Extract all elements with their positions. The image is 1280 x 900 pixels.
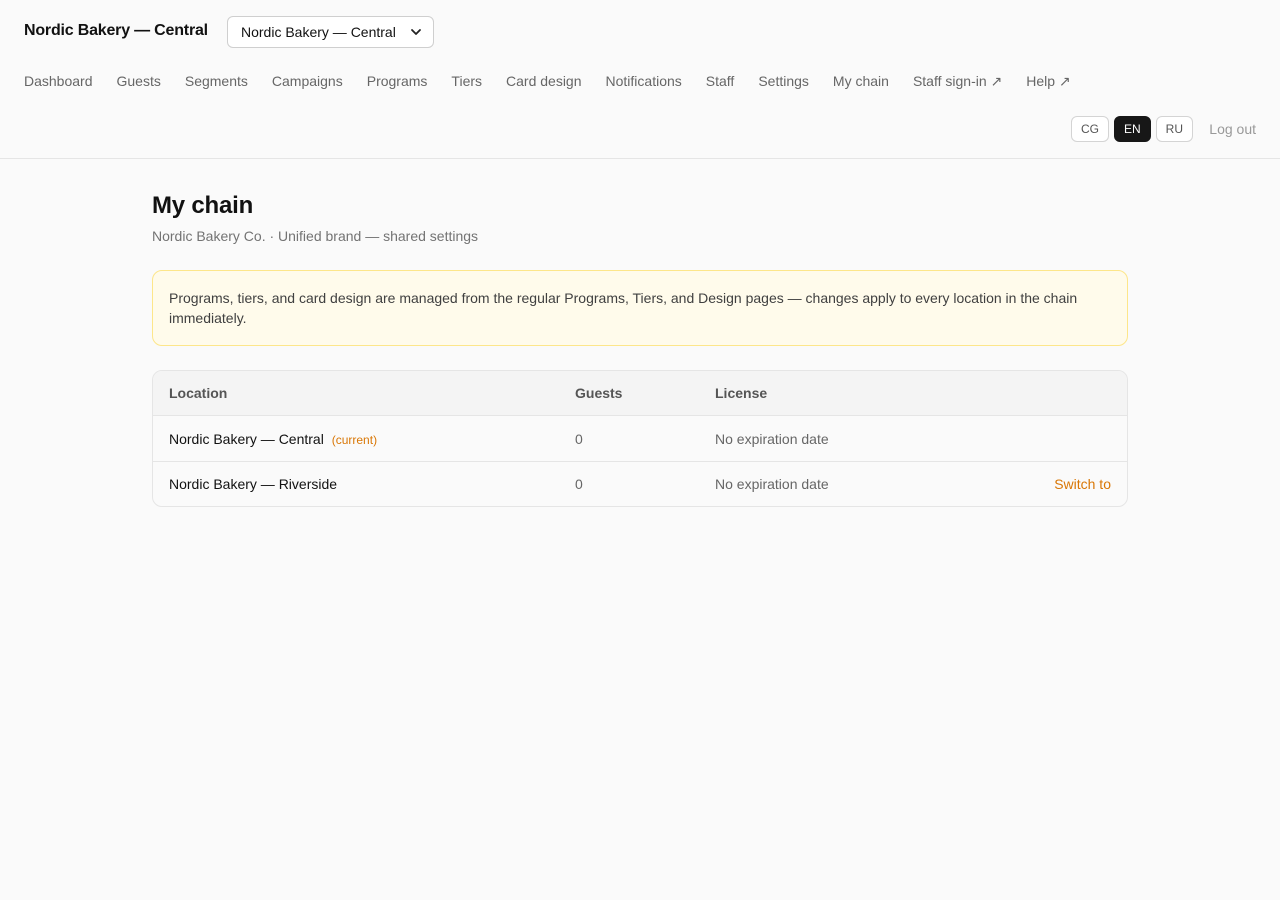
location-cell: Nordic Bakery — Central (current) <box>153 431 575 447</box>
guests-cell: 0 <box>575 430 583 447</box>
info-notice: Programs, tiers, and card design are man… <box>152 270 1128 346</box>
page-subtitle: Nordic Bakery Co. · Unified brand — shar… <box>152 228 479 244</box>
nav-tiers[interactable]: Tiers <box>451 73 482 90</box>
license-cell: No expiration date <box>715 430 829 447</box>
nav-card-design[interactable]: Card design <box>506 73 582 90</box>
action-cell: Switch to <box>915 476 1127 492</box>
nav-campaigns[interactable]: Campaigns <box>272 73 343 90</box>
location-select[interactable]: Nordic Bakery — Central <box>227 16 434 48</box>
column-header-location: Location <box>169 385 228 401</box>
nav-my-chain[interactable]: My chain <box>833 73 889 90</box>
nav-guests[interactable]: Guests <box>117 73 161 90</box>
nav-notifications[interactable]: Notifications <box>606 73 682 90</box>
nav-staff[interactable]: Staff <box>706 73 735 90</box>
location-select-value: Nordic Bakery — Central <box>241 24 396 40</box>
nav-staff-sign-in[interactable]: Staff sign-in ↗ <box>913 73 1002 90</box>
column-header-guests: Guests <box>575 385 623 401</box>
column-header-license: License <box>715 385 768 401</box>
table-row: Nordic Bakery — Central (current) 0 No e… <box>153 416 1127 461</box>
language-switcher: CG EN RU <box>1070 116 1193 142</box>
lang-button-cg[interactable]: CG <box>1070 116 1109 142</box>
locations-table: Location Guests License Nordic Bakery — … <box>152 370 1128 507</box>
table-header: Location Guests License <box>153 371 1127 416</box>
guests-cell: 0 <box>575 476 583 492</box>
nav-help[interactable]: Help ↗ <box>1026 73 1070 90</box>
location-cell: Nordic Bakery — Riverside <box>153 476 575 492</box>
nav-settings[interactable]: Settings <box>758 73 809 90</box>
page-title: My chain <box>152 192 254 219</box>
location-name: Nordic Bakery — Central <box>169 430 324 447</box>
main-nav: Dashboard Guests Segments Campaigns Prog… <box>24 73 1071 90</box>
table-row: Nordic Bakery — Riverside 0 No expiratio… <box>153 461 1127 506</box>
current-badge: (current) <box>331 432 378 447</box>
top-header: Nordic Bakery — Central Nordic Bakery — … <box>0 0 1280 159</box>
switch-to-link[interactable]: Switch to <box>1054 476 1111 492</box>
brand-title: Nordic Bakery — Central <box>24 22 208 39</box>
location-name: Nordic Bakery — Riverside <box>169 476 338 492</box>
chevron-down-icon <box>411 29 421 35</box>
lang-button-en[interactable]: EN <box>1113 116 1151 142</box>
nav-programs[interactable]: Programs <box>367 73 428 90</box>
lang-button-ru[interactable]: RU <box>1155 116 1193 142</box>
nav-dashboard[interactable]: Dashboard <box>24 73 93 90</box>
main-content: My chain Nordic Bakery Co. · Unified bra… <box>152 192 1128 507</box>
license-cell: No expiration date <box>715 476 829 492</box>
logout-button[interactable]: Log out <box>1209 121 1256 137</box>
nav-segments[interactable]: Segments <box>185 73 248 90</box>
